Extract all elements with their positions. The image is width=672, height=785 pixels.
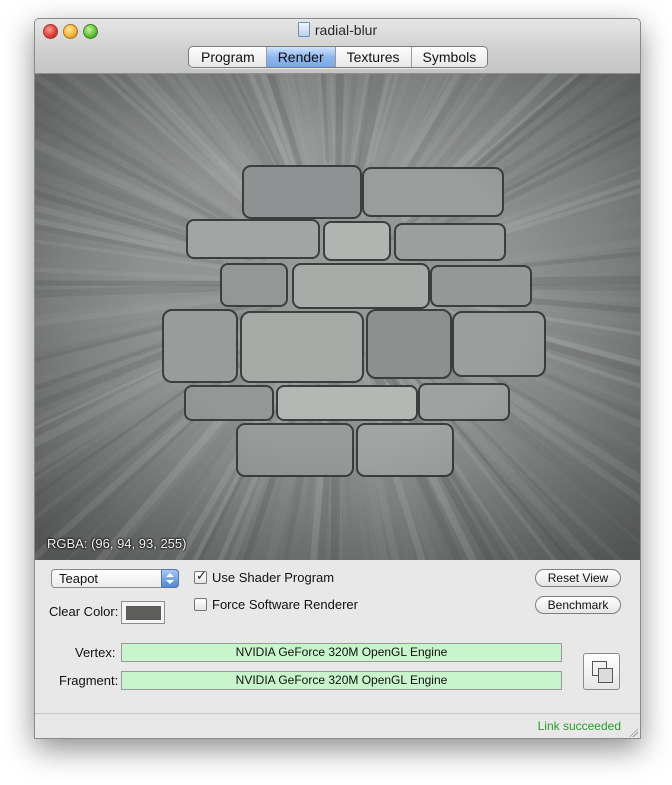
reset-view-button[interactable]: Reset View [535,569,621,587]
clear-color-well[interactable] [121,601,165,624]
model-popup-value: Teapot [59,571,99,586]
clear-color-label: Clear Color: [49,604,119,619]
render-viewport[interactable]: RGBA: (96, 94, 93, 255) [35,74,640,560]
window-title-area: radial-blur [35,22,640,38]
copy-windows-button[interactable] [583,653,620,690]
fragment-engine-field: NVIDIA GeForce 320M OpenGL Engine [121,671,562,690]
tab-program[interactable]: Program [189,47,266,67]
force-software-renderer-option[interactable]: Force Software Renderer [194,597,358,612]
tab-textures[interactable]: Textures [334,47,411,67]
document-icon [297,22,310,37]
app-window: radial-blur Program Render Textures Symb… [34,18,641,739]
rgba-readout: RGBA: (96, 94, 93, 255) [47,536,187,551]
clear-color-swatch [126,606,161,620]
force-software-renderer-label: Force Software Renderer [212,597,358,612]
model-popup-button[interactable]: Teapot [51,569,179,588]
fragment-label: Fragment: [59,673,119,688]
benchmark-button[interactable]: Benchmark [535,596,621,614]
popup-arrows-icon [161,569,179,588]
status-bar: Link succeeded [35,713,640,738]
vertex-label: Vertex: [75,645,116,660]
vertex-engine-field: NVIDIA GeForce 320M OpenGL Engine [121,643,562,662]
resize-grip-icon[interactable] [628,727,638,737]
title-bar: radial-blur Program Render Textures Symb… [35,19,640,74]
link-status-text: Link succeeded [537,719,621,733]
tab-bar: Program Render Textures Symbols [188,46,489,68]
tab-symbols[interactable]: Symbols [410,47,488,67]
use-shader-program-label: Use Shader Program [212,570,335,585]
use-shader-program-checkbox[interactable]: ✓ [194,568,207,584]
stone-wall-render [35,74,640,560]
use-shader-program-option[interactable]: ✓ Use Shader Program [194,568,335,585]
tab-render[interactable]: Render [265,47,335,67]
force-software-renderer-checkbox[interactable] [194,598,207,611]
window-title: radial-blur [314,22,378,38]
checkmark-icon: ✓ [196,568,207,583]
